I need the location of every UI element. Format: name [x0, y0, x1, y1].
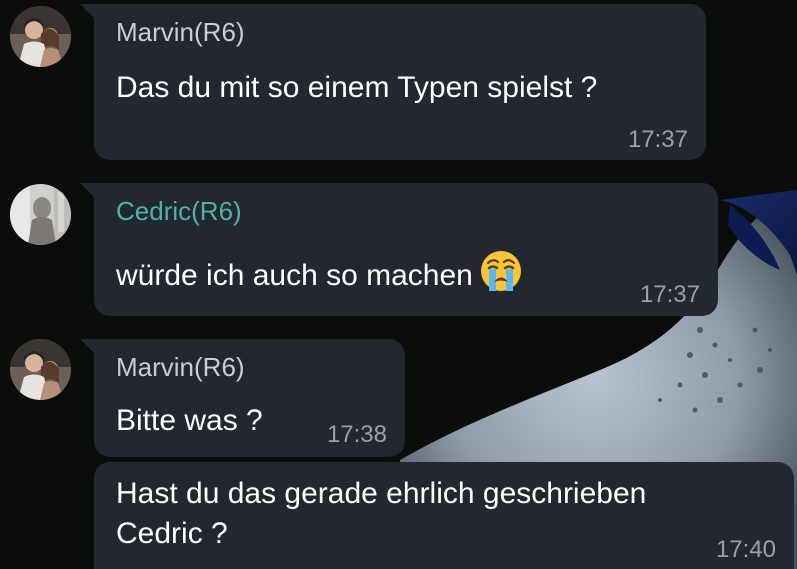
- message-text: Bitte was ?: [116, 404, 263, 437]
- message-text: würde ich auch so machen: [116, 259, 473, 292]
- message-bubble-4[interactable]: Hast du das gerade ehrlich geschrieben C…: [94, 462, 794, 569]
- message-bubble-2[interactable]: Cedric(R6) würde ich auch so machen 17:3…: [80, 183, 718, 316]
- avatar-photo-icon: [10, 184, 71, 245]
- bubble-tail-icon: [80, 183, 94, 197]
- message-timestamp: 17:37: [639, 281, 700, 308]
- avatar-marvin[interactable]: [10, 339, 71, 400]
- message-text-row: würde ich auch so machen: [116, 249, 523, 304]
- message-text-line-1: Hast du das gerade ehrlich geschrieben: [116, 477, 647, 510]
- message-timestamp: 17:38: [326, 421, 387, 448]
- bubble-tail-icon: [80, 339, 94, 353]
- avatar-photo-icon: [10, 339, 71, 400]
- message-timestamp: 17:40: [715, 536, 776, 563]
- sender-name[interactable]: Marvin(R6): [116, 352, 245, 382]
- avatar-photo-icon: [10, 6, 71, 67]
- sender-name[interactable]: Marvin(R6): [116, 17, 245, 47]
- avatar-marvin[interactable]: [10, 6, 71, 67]
- sender-name[interactable]: Cedric(R6): [116, 196, 242, 226]
- message-bubble-1[interactable]: Marvin(R6) Das du mit so einem Typen spi…: [80, 4, 706, 160]
- bubble-tail-icon: [80, 4, 94, 18]
- loudly-crying-face-icon: [479, 249, 523, 304]
- message-bubble-3[interactable]: Marvin(R6) Bitte was ? 17:38: [80, 339, 405, 457]
- avatar-cedric[interactable]: [10, 184, 71, 245]
- message-text: Das du mit so einem Typen spielst ?: [116, 71, 598, 104]
- message-text-line-2: Cedric ?: [116, 517, 228, 550]
- message-timestamp: 17:37: [627, 126, 688, 153]
